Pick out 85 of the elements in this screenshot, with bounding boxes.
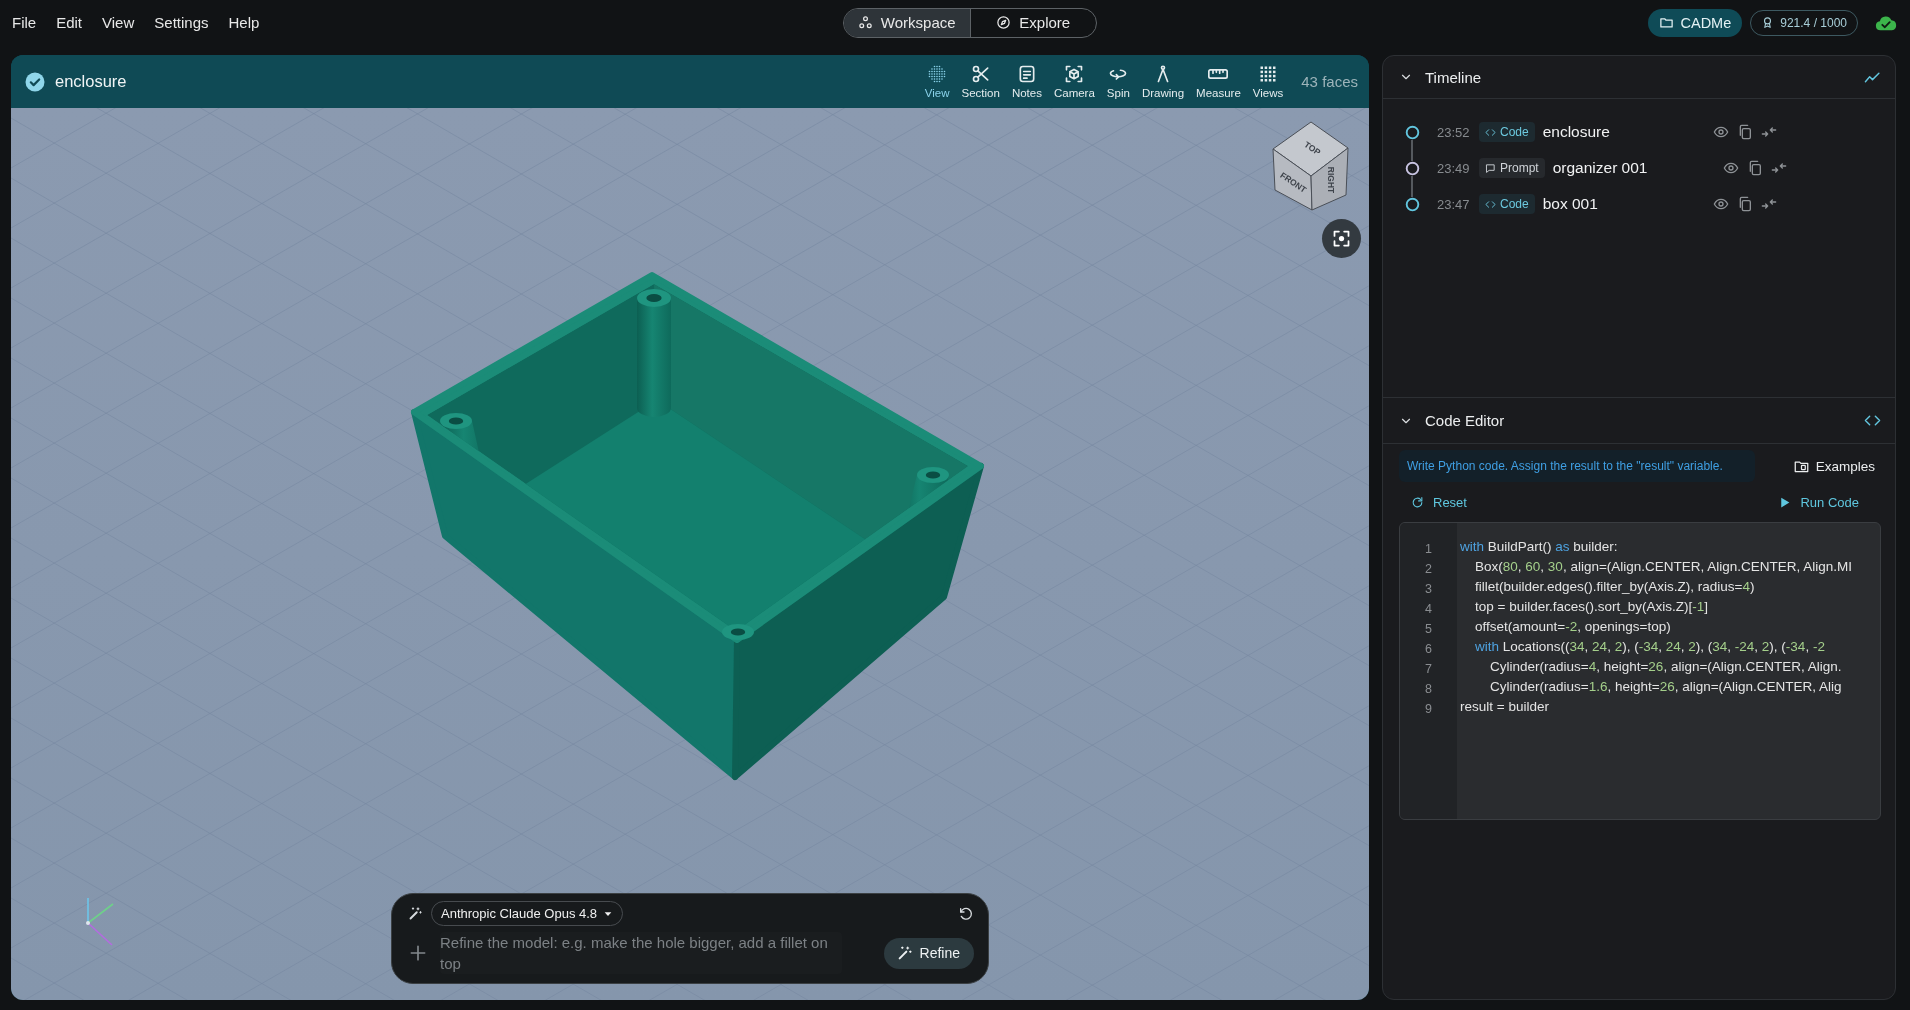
play-icon	[1778, 495, 1792, 509]
code-editor-field[interactable]	[1399, 522, 1881, 820]
scissors-icon	[970, 64, 991, 84]
examples-button[interactable]: Examples	[1793, 458, 1881, 474]
menu-item[interactable]: Settings	[148, 10, 215, 35]
line-number: 3	[1424, 581, 1433, 598]
entry-name[interactable]: enclosure	[1542, 123, 1713, 141]
project-button[interactable]: CADMe	[1647, 8, 1743, 37]
collapse-arrows-icon[interactable]	[1760, 196, 1777, 212]
entry-time: 23:49	[1437, 160, 1471, 176]
hint-message: Write Python code. Assign the result to the "result" variable.	[1399, 450, 1755, 482]
fit-view-button[interactable]	[1322, 219, 1361, 258]
line-number: 5	[1424, 621, 1433, 638]
eye-icon[interactable]	[1712, 196, 1729, 212]
line-number: 7	[1424, 661, 1433, 678]
code-brackets-icon	[1485, 126, 1496, 138]
status-ring-icon	[1404, 124, 1420, 140]
folder-icon	[1658, 15, 1674, 30]
eye-icon[interactable]	[1712, 124, 1729, 140]
tool-button[interactable]: Spin	[1102, 62, 1134, 101]
tool-button[interactable]: Camera	[1049, 62, 1099, 101]
code-line: with BuildPart() as builder:	[1460, 538, 1619, 556]
code-line: result = builder	[1460, 698, 1550, 716]
eye-icon[interactable]	[1722, 160, 1739, 176]
code-line: fillet(builder.edges().filter_by(Axis.Z), radius=4)	[1474, 578, 1756, 596]
menu-item[interactable]: Edit	[50, 10, 89, 35]
tool-button[interactable]: Notes	[1007, 62, 1046, 101]
collapse-arrows-icon[interactable]	[1760, 124, 1777, 140]
entry-name[interactable]: organizer 001	[1552, 159, 1723, 177]
mode-tab[interactable]: Explore	[969, 8, 1096, 37]
code-line: top = builder.faces().sort_by(Axis.Z)[-1]	[1474, 598, 1709, 616]
refine-button[interactable]: Refine	[883, 937, 974, 969]
code-line: Box(80, 60, 30, align=(Align.CENTER, Align.CENTER, Align.MI	[1474, 558, 1853, 576]
tool-button[interactable]: Measure	[1192, 62, 1245, 101]
tool-button[interactable]: Views	[1248, 62, 1288, 101]
section-title: Code Editor	[1425, 412, 1505, 429]
section-title: Timeline	[1425, 68, 1482, 86]
entry-type-label: Code	[1500, 197, 1529, 211]
tool-button[interactable]: View	[920, 62, 954, 101]
status-ring-icon	[1404, 160, 1420, 176]
entry-time: 23:47	[1437, 196, 1471, 212]
line-number: 6	[1424, 641, 1433, 658]
status-ring-icon	[1404, 196, 1420, 212]
plus-icon[interactable]	[408, 943, 428, 963]
menu-item[interactable]: File	[6, 10, 43, 35]
enclosure-3d-drawing[interactable]	[411, 272, 984, 780]
code-line: Cylinder(radius=4, height=26, align=(Align.CENTER, Align.	[1489, 658, 1843, 676]
speech-bubble-icon	[1485, 162, 1496, 174]
line-number: 2	[1424, 561, 1433, 578]
entry-time: 23:52	[1437, 124, 1471, 140]
code-brackets-icon	[1485, 198, 1496, 210]
reset-button[interactable]: Reset	[1411, 494, 1467, 510]
entry-name[interactable]: box 001	[1542, 195, 1713, 213]
focus-frame-icon	[1331, 228, 1352, 249]
check-circle-icon	[25, 71, 45, 92]
entry-type-label: Prompt	[1500, 161, 1539, 175]
line-number: 4	[1424, 601, 1433, 618]
refresh-icon	[1411, 495, 1424, 509]
code-line: Cylinder(radius=1.6, height=26, align=(Align.CENTER, Alig	[1489, 678, 1843, 696]
cube-frame-icon	[1064, 64, 1085, 84]
magic-wand-icon	[408, 906, 423, 921]
line-number: 8	[1424, 681, 1433, 698]
nodes-icon	[857, 15, 873, 30]
grid-icon	[1258, 64, 1279, 84]
dot-grid-icon	[927, 64, 948, 84]
entry-type-label: Code	[1500, 125, 1529, 139]
magic-wand-icon	[896, 945, 913, 961]
collapse-arrows-icon[interactable]	[1770, 160, 1787, 176]
menu-item[interactable]: Help	[222, 10, 266, 35]
line-number: 1	[1424, 541, 1433, 558]
folder-icon	[1793, 458, 1809, 474]
prompt-box[interactable]: Anthropic Claude Opus 4.8 Refine the model: e.g. make the hole bigger, add a fillet on top Refine	[391, 893, 989, 984]
line-number: 9	[1424, 701, 1433, 718]
compass-icon	[996, 15, 1012, 30]
rotate-icon[interactable]	[958, 905, 974, 922]
run-code-button[interactable]: Run Code	[1778, 494, 1859, 510]
model-title: enclosure	[55, 72, 127, 91]
mode-tab[interactable]: Workspace	[844, 8, 970, 37]
credits-value: 921.4 / 1000	[1780, 15, 1847, 30]
face-count: 43 faces	[1301, 73, 1358, 90]
code-line: with Locations((34, 24, 2), (-34, 24, 2), (34, -24, 2), (-34, -2	[1474, 638, 1826, 656]
tool-button[interactable]: Drawing	[1137, 62, 1189, 101]
code-line: offset(amount=-2, openings=top)	[1474, 618, 1672, 636]
tool-button[interactable]: Section	[957, 62, 1004, 101]
menu-item[interactable]: View	[96, 10, 141, 35]
